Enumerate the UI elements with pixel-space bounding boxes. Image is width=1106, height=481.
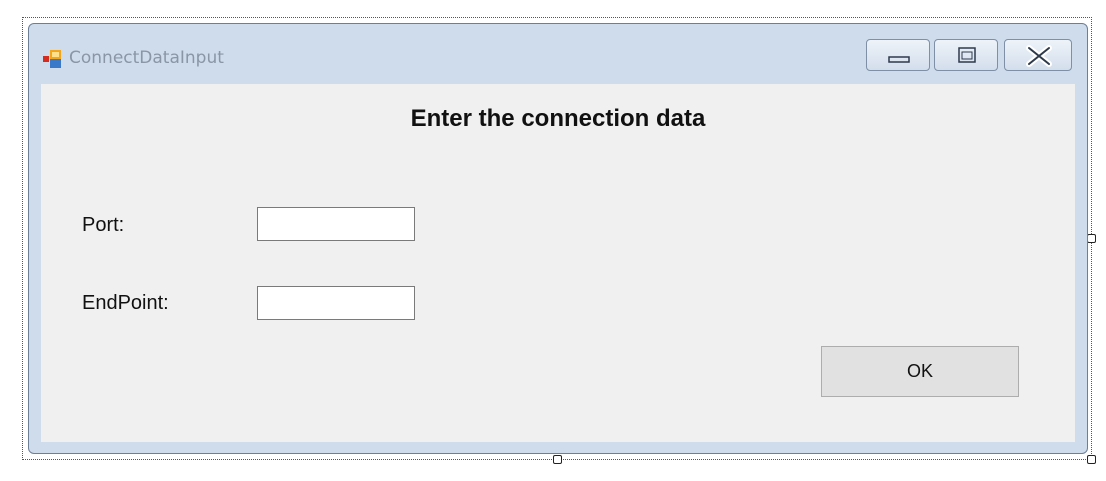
minimize-button[interactable]	[866, 39, 930, 71]
endpoint-input[interactable]	[257, 286, 415, 320]
endpoint-label: EndPoint:	[82, 292, 169, 314]
minimize-icon	[888, 56, 910, 63]
close-icon	[1026, 45, 1052, 67]
maximize-icon	[958, 47, 976, 63]
windows-form-icon	[43, 50, 61, 68]
title-bar[interactable]: ConnectDataInput	[29, 24, 1087, 84]
resize-grip-corner[interactable]	[1087, 455, 1096, 464]
port-input[interactable]	[257, 207, 415, 241]
maximize-button[interactable]	[934, 39, 998, 71]
window-title: ConnectDataInput	[69, 48, 224, 68]
port-label: Port:	[82, 214, 125, 236]
resize-grip-bottom[interactable]	[553, 455, 562, 464]
form-heading: Enter the connection data	[410, 105, 706, 132]
close-button[interactable]	[1004, 39, 1072, 71]
form-window: ConnectDataInput Enter the connection da…	[28, 23, 1088, 454]
form-client-area: Enter the connection data Port: EndPoint…	[41, 84, 1075, 442]
resize-grip-right[interactable]	[1087, 234, 1096, 243]
ok-button[interactable]: OK	[821, 346, 1019, 397]
